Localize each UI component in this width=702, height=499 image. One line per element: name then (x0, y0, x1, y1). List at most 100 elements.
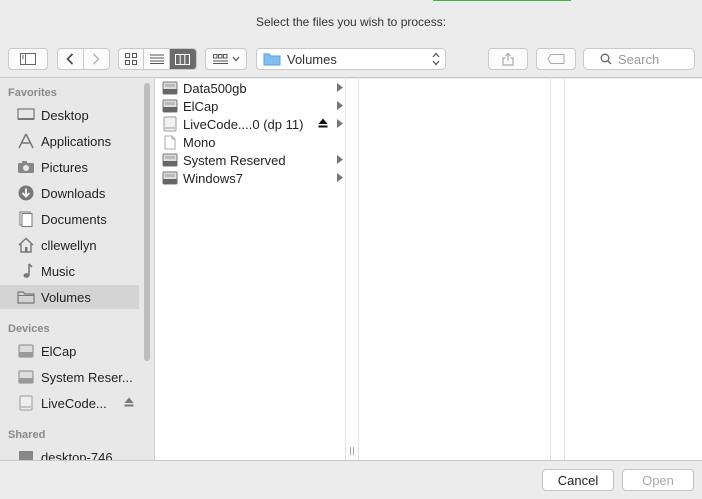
cancel-button[interactable]: Cancel (542, 469, 614, 491)
disclosure-arrow-icon (337, 119, 343, 128)
chevron-right-icon (93, 53, 100, 65)
sidebar-item-livecode[interactable]: LiveCode... (0, 391, 139, 415)
tag-button[interactable] (536, 48, 576, 70)
search-icon (600, 53, 612, 65)
sidebar-item-label: Applications (41, 133, 112, 149)
file-item-elcap[interactable]: ElCap (155, 97, 345, 115)
sidebar-item-label: Documents (41, 211, 107, 227)
sidebar-item-label: LiveCode... (41, 395, 107, 411)
sidebar-header-devices: Devices (8, 323, 50, 335)
browser-column-3 (565, 79, 702, 460)
sidebar-item-downloads[interactable]: Downloads (0, 181, 139, 205)
drive-icon (162, 98, 178, 114)
column-gutter (346, 79, 358, 460)
sidebar-item-pictures[interactable]: Pictures (0, 155, 139, 179)
eject-icon[interactable] (124, 397, 134, 407)
sidebar-item-elcap[interactable]: ElCap (0, 339, 139, 363)
computer-icon (16, 448, 36, 460)
file-item-label: Mono (183, 134, 216, 150)
file-item-label: System Reserved (183, 152, 286, 168)
arrange-menu-button[interactable] (205, 48, 247, 70)
file-icon (162, 134, 178, 150)
list-icon (149, 54, 164, 64)
title-accent-line (433, 0, 571, 1)
desktop-icon (16, 106, 36, 124)
document-icon (16, 210, 36, 228)
drive-icon (16, 368, 36, 386)
sidebar-header-favorites: Favorites (8, 87, 57, 99)
dialog-title: Select the files you wish to process: (255, 15, 447, 29)
sidebar-item-home[interactable]: cllewellyn (0, 233, 139, 257)
drive-icon (162, 80, 178, 96)
dialog-footer: Cancel Open (0, 460, 702, 499)
grid-icon (125, 53, 138, 65)
download-icon (16, 184, 36, 202)
forward-button[interactable] (84, 49, 109, 69)
share-icon (502, 52, 514, 66)
browser-column-2 (359, 79, 550, 460)
disclosure-arrow-icon (337, 101, 343, 110)
path-location-label: Volumes (287, 51, 337, 67)
open-button[interactable]: Open (622, 469, 694, 491)
file-item-system-reserved[interactable]: System Reserved (155, 151, 345, 169)
sidebar-item-documents[interactable]: Documents (0, 207, 139, 231)
sidebar-item-label: desktop-746 (41, 449, 113, 461)
file-item-label: Data500gb (183, 80, 247, 96)
icon-view-button[interactable] (119, 49, 145, 69)
file-item-data500gb[interactable]: Data500gb (155, 79, 345, 97)
music-note-icon (16, 262, 36, 280)
file-item-windows7[interactable]: Windows7 (155, 169, 345, 187)
eject-icon[interactable] (318, 118, 328, 128)
back-forward-control (57, 48, 110, 70)
sidebar-icon (20, 53, 36, 65)
dialog-titlebar: Select the files you wish to process: (0, 0, 702, 40)
search-placeholder: Search (618, 51, 660, 67)
sidebar-item-label: ElCap (41, 343, 77, 359)
applications-icon (16, 132, 36, 150)
share-button[interactable] (488, 48, 528, 70)
sidebar-item-volumes[interactable]: Volumes (0, 285, 139, 309)
file-item-livecode[interactable]: LiveCode....0 (dp 11) (155, 115, 345, 133)
arrange-grid-icon (212, 54, 228, 64)
sidebar-item-desktop-746[interactable]: desktop-746 (0, 445, 139, 460)
disclosure-arrow-icon (337, 173, 343, 182)
view-mode-control (118, 48, 197, 70)
sidebar-item-system-reserved[interactable]: System Reser... (0, 365, 139, 389)
disclosure-arrow-icon (337, 83, 343, 92)
sidebar-item-desktop[interactable]: Desktop (0, 103, 139, 127)
chevron-left-icon (66, 53, 74, 65)
disk-image-icon (162, 116, 178, 132)
sidebar-item-label: Pictures (41, 159, 88, 175)
drive-icon (16, 342, 36, 360)
folder-icon (263, 53, 281, 66)
sidebar: Favorites Desktop Applications Pictures … (0, 79, 155, 460)
sidebar-item-music[interactable]: Music (0, 259, 139, 283)
sidebar-item-label: System Reser... (41, 369, 133, 385)
sidebar-item-applications[interactable]: Applications (0, 129, 139, 153)
sidebar-item-label: Downloads (41, 185, 106, 201)
up-down-arrows-icon (432, 52, 440, 66)
path-popup[interactable]: Volumes (256, 48, 446, 70)
list-view-button[interactable] (144, 49, 170, 69)
sidebar-item-label: cllewellyn (41, 237, 97, 253)
home-icon (16, 236, 36, 254)
file-item-mono[interactable]: Mono (155, 133, 345, 151)
browser-column-1: Data500gb ElCap LiveCode....0 (dp 11) Mo… (155, 79, 345, 460)
tag-icon (547, 54, 565, 64)
sidebar-toggle-button[interactable] (8, 48, 48, 70)
sidebar-header-shared: Shared (8, 429, 46, 441)
column-view-button[interactable] (169, 49, 196, 69)
sidebar-item-label: Volumes (41, 289, 91, 305)
drive-icon (162, 170, 178, 186)
sidebar-item-label: Music (41, 263, 75, 279)
camera-icon (16, 158, 36, 176)
disclosure-arrow-icon (337, 155, 343, 164)
disk-image-icon (16, 394, 36, 412)
back-button[interactable] (58, 49, 84, 69)
sidebar-scrollbar[interactable] (144, 83, 150, 361)
toolbar: Volumes Search (0, 40, 702, 78)
search-field[interactable]: Search (583, 48, 695, 70)
drive-icon (162, 152, 178, 168)
column-resize-handle-icon[interactable] (349, 447, 355, 455)
column-gutter (551, 79, 564, 460)
